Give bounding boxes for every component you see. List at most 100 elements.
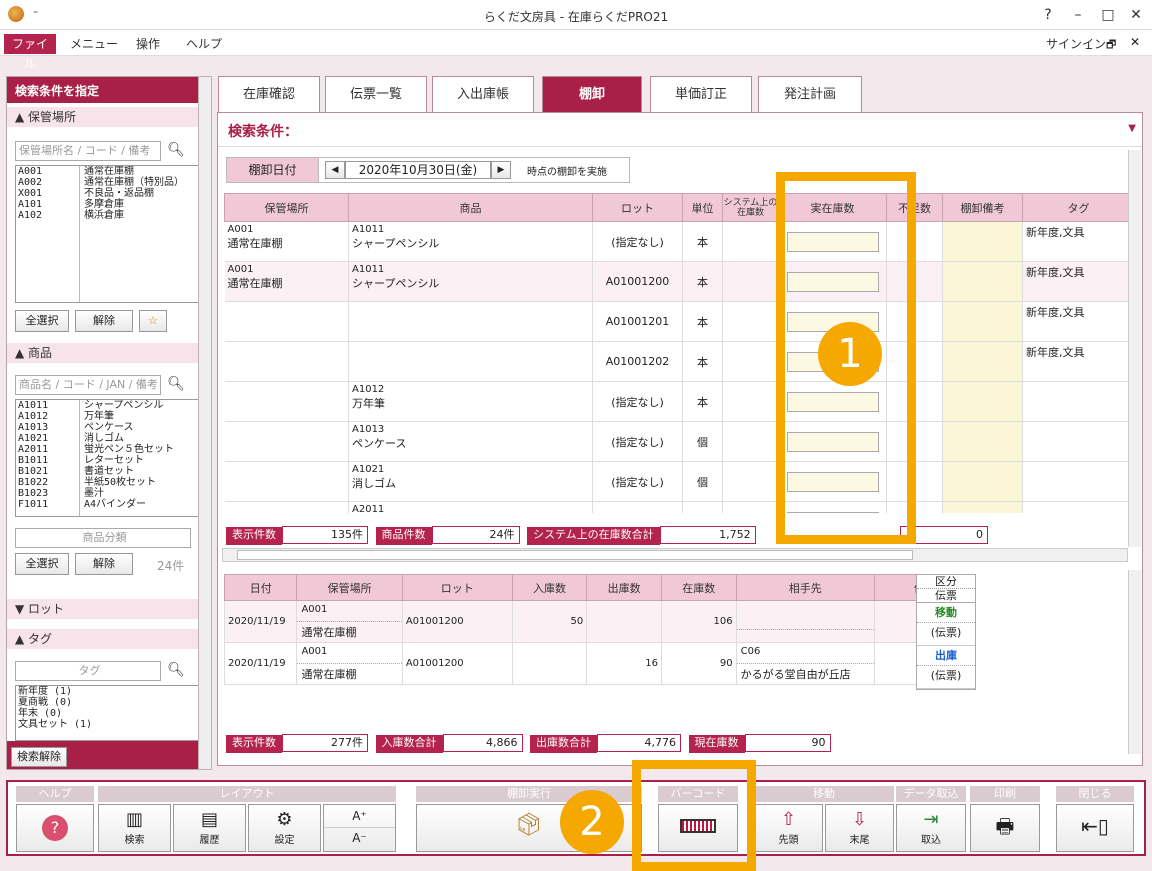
list-item[interactable]: A2011 蛍光ペン５色セット	[16, 444, 198, 455]
note-cell[interactable]	[942, 461, 1023, 502]
condition-bar[interactable]: 検索条件： ▼	[218, 113, 1142, 147]
list-item[interactable]: A1012 万年筆	[16, 411, 198, 422]
column-header[interactable]: 単位	[682, 193, 723, 222]
signin-link[interactable]: サインイン	[1046, 35, 1106, 52]
list-item[interactable]: B1023 墨汁	[16, 488, 198, 499]
sub-restore-button[interactable]: 🗗	[1106, 36, 1116, 55]
storage-clear-button[interactable]: 解除	[75, 310, 133, 332]
column-header[interactable]: 保管場所	[224, 193, 349, 222]
list-item[interactable]: A002 通常在庫棚（特別品）	[16, 177, 198, 188]
column-header[interactable]: ロット	[592, 193, 683, 222]
menu-operations[interactable]: 操作	[130, 34, 166, 54]
note-cell[interactable]	[942, 501, 1023, 513]
storage-section-header[interactable]: ▲ 保管場所	[7, 107, 203, 127]
product-list[interactable]: A1011 シャープペンシル A1012 万年筆 A1013 ペンケース A1021 消しゴム…	[15, 399, 199, 517]
storage-list[interactable]: A001 通常在庫棚 A002 通常在庫棚（特別品） X001 不良品・返品棚 A101 多摩…	[15, 165, 199, 303]
lot-section-header[interactable]: ▼ ロット	[7, 599, 203, 619]
note-cell[interactable]	[942, 421, 1023, 462]
search-icon[interactable]: 🔍︎	[167, 375, 185, 393]
column-header[interactable]: 入庫数	[511, 574, 588, 601]
column-header[interactable]: 棚卸備考	[942, 193, 1023, 222]
table-row[interactable]: A01001201 本 新年度,文具	[224, 301, 1128, 342]
note-cell[interactable]	[942, 261, 1023, 302]
column-header[interactable]: 商品	[348, 193, 593, 222]
column-header[interactable]: 日付	[224, 574, 298, 601]
category-select[interactable]: 商品分類	[15, 528, 191, 548]
column-header[interactable]: 相手先	[735, 574, 875, 601]
help-button[interactable]: ?	[16, 804, 94, 852]
font-down-icon[interactable]: A⁻	[324, 828, 395, 848]
go-top-button[interactable]: ⇧ 先頭	[754, 804, 823, 852]
tab-3[interactable]: 棚卸	[542, 76, 642, 113]
product-clear-button[interactable]: 解除	[75, 553, 133, 575]
menu-menu[interactable]: メニュー	[64, 34, 124, 54]
font-size-button[interactable]: A⁺ A⁻	[323, 804, 396, 852]
product-section-header[interactable]: ▲ 商品	[7, 343, 203, 363]
table-row[interactable]: A1013 ペンケース (指定なし) 個	[224, 421, 1128, 462]
list-item[interactable]: 夏商戦 (0)	[18, 697, 198, 708]
product-select-all-button[interactable]: 全選択	[15, 553, 69, 575]
table-row[interactable]: A01001202 本 新年度,文具	[224, 341, 1128, 382]
list-item[interactable]: A1021 消しゴム	[16, 433, 198, 444]
sub-minimize-button[interactable]: _	[1086, 35, 1092, 49]
table-row[interactable]: A1021 消しゴム (指定なし) 個	[224, 461, 1128, 502]
list-item[interactable]: A102 横浜倉庫	[16, 210, 198, 221]
kubun-cell[interactable]: 出庫 (伝票)	[917, 646, 975, 689]
note-cell[interactable]	[942, 381, 1023, 422]
product-search-input[interactable]: 商品名 / コード / JAN / 備考	[15, 375, 161, 395]
list-item[interactable]: B1022 半紙50枚セット	[16, 477, 198, 488]
prev-date-button[interactable]: ◀	[325, 161, 345, 179]
left-scrollbar[interactable]	[198, 76, 212, 770]
search-icon[interactable]: 🔍︎	[167, 141, 185, 159]
note-cell[interactable]	[942, 221, 1023, 262]
date-field[interactable]: 2020年10月30日(金)	[345, 161, 491, 179]
storage-select-all-button[interactable]: 全選択	[15, 310, 69, 332]
next-date-button[interactable]: ▶	[491, 161, 511, 179]
column-header[interactable]: 保管場所	[296, 574, 403, 601]
list-item[interactable]: B1011 レターセット	[16, 455, 198, 466]
column-header[interactable]: タグ	[1022, 193, 1128, 222]
tab-4[interactable]: 単価訂正	[650, 76, 752, 113]
menu-file[interactable]: ファイル	[4, 34, 56, 71]
chevron-down-icon[interactable]: ▼	[1128, 123, 1136, 134]
list-item[interactable]: X001 不良品・返品棚	[16, 188, 198, 199]
table-row[interactable]: A1012 万年筆 (指定なし) 本	[224, 381, 1128, 422]
storage-search-input[interactable]: 保管場所名 / コード / 備考	[15, 141, 161, 161]
tag-search-input[interactable]: タグ	[15, 661, 161, 681]
import-button[interactable]: ⇥ 取込	[896, 804, 966, 852]
help-icon[interactable]: ?	[1034, 4, 1062, 26]
list-item[interactable]: A101 多摩倉庫	[16, 199, 198, 210]
search-layout-button[interactable]: ▥ 検索	[98, 804, 171, 852]
close-button[interactable]: ⇤▯	[1056, 804, 1134, 852]
table-row[interactable]: 2020/11/19 A001 通常在庫棚 A01001200 16 90 C06 かるがる堂…	[224, 642, 977, 685]
search-icon[interactable]: 🔍︎	[167, 661, 185, 679]
go-end-button[interactable]: ⇩ 末尾	[825, 804, 894, 852]
table-row[interactable]: A001 通常在庫棚 A1011 シャープペンシル (指定なし) 本 新年度,文具	[224, 221, 1128, 262]
table-row[interactable]: 2020/11/19 A001 通常在庫棚 A01001200 50 106	[224, 600, 977, 643]
sub-close-button[interactable]: ✕	[1130, 35, 1140, 49]
tag-section-header[interactable]: ▲ タグ	[7, 629, 203, 649]
column-header[interactable]: 在庫数	[660, 574, 737, 601]
list-item[interactable]: A1011 シャープペンシル	[16, 400, 198, 411]
table2-vscroll[interactable]	[1128, 570, 1141, 754]
list-item[interactable]: A1013 ペンケース	[16, 422, 198, 433]
minimize-button[interactable]: –	[1064, 4, 1092, 26]
kubun-cell[interactable]: 移動 (伝票)	[917, 603, 975, 646]
close-window-button[interactable]: ✕	[1122, 4, 1150, 26]
menu-help[interactable]: ヘルプ	[180, 34, 228, 54]
tab-0[interactable]: 在庫確認	[218, 76, 320, 113]
table1-vscroll[interactable]	[1128, 150, 1141, 547]
clear-search-button[interactable]: 検索解除	[11, 747, 67, 767]
column-header[interactable]: ロット	[401, 574, 513, 601]
tag-list[interactable]: 新年度 (1) 夏商戦 (0) 年末 (0) 文具セット (1)	[15, 685, 199, 741]
print-button[interactable]: 🖶	[970, 804, 1040, 852]
list-item[interactable]: A001 通常在庫棚	[16, 166, 198, 177]
maximize-button[interactable]: □	[1094, 4, 1122, 26]
column-header[interactable]: システム上の在庫数	[722, 193, 779, 222]
list-item[interactable]: B1021 書道セット	[16, 466, 198, 477]
font-up-icon[interactable]: A⁺	[324, 805, 395, 828]
tab-1[interactable]: 伝票一覧	[325, 76, 427, 113]
list-item[interactable]: F1011 A4バインダー	[16, 499, 198, 510]
table-row[interactable]: A2011(指定なし)セット	[224, 501, 1128, 513]
star-icon[interactable]: ☆	[139, 310, 167, 332]
